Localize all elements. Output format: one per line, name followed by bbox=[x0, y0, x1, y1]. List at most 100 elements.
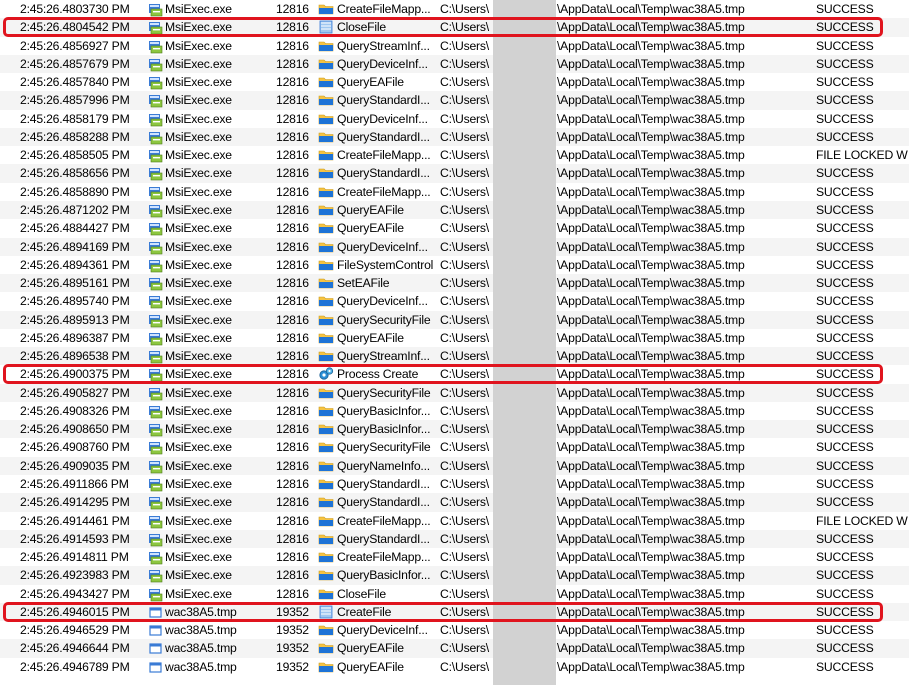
operation: QuerySecurityFile bbox=[337, 440, 431, 455]
event-row[interactable]: 2:45:26.4896387 PM MsiExec.exe 12816 QueryE… bbox=[0, 329, 909, 347]
event-row[interactable]: 2:45:26.4914811 PM MsiExec.exe 12816 Create… bbox=[0, 548, 909, 566]
path-prefix: C:\Users\ bbox=[440, 111, 489, 126]
event-row[interactable]: 2:45:26.4884427 PM MsiExec.exe 12816 QueryE… bbox=[0, 219, 909, 237]
operation: QueryStandardI... bbox=[337, 477, 430, 492]
event-row[interactable]: 2:45:26.4894169 PM MsiExec.exe 12816 QueryD… bbox=[0, 237, 909, 256]
time-of-day: 2:45:26.4914811 PM bbox=[20, 550, 129, 565]
pid: 12816 bbox=[276, 586, 309, 601]
event-row[interactable]: 2:45:26.4914461 PM MsiExec.exe 12816 Create… bbox=[0, 512, 909, 530]
path-suffix: \AppData\Local\Temp\wac38A5.tmp bbox=[557, 550, 745, 565]
path-suffix: \AppData\Local\Temp\wac38A5.tmp bbox=[557, 513, 745, 528]
event-row[interactable]: 2:45:26.4914593 PM MsiExec.exe 12816 QueryS… bbox=[0, 529, 909, 549]
folder-icon bbox=[318, 494, 334, 510]
event-row[interactable]: 2:45:26.4858505 PM MsiExec.exe 12816 Create… bbox=[0, 146, 909, 164]
path-prefix: C:\Users\ bbox=[440, 422, 489, 437]
process-name: MsiExec.exe bbox=[165, 440, 232, 455]
pid: 19352 bbox=[276, 641, 309, 656]
msiexec-icon bbox=[148, 111, 164, 127]
time-of-day: 2:45:26.4909035 PM bbox=[20, 458, 130, 473]
event-row[interactable]: 2:45:26.4895740 PM MsiExec.exe 12816 QueryD… bbox=[0, 292, 909, 310]
path-prefix: C:\Users\ bbox=[440, 385, 489, 400]
event-row[interactable]: 2:45:26.4858656 PM MsiExec.exe 12816 QueryS… bbox=[0, 164, 909, 183]
event-row[interactable]: 2:45:26.4923983 PM MsiExec.exe 12816 QueryB… bbox=[0, 566, 909, 585]
event-row[interactable]: 2:45:26.4896538 PM MsiExec.exe 12816 QueryS… bbox=[0, 347, 909, 366]
msiexec-icon bbox=[148, 165, 164, 181]
event-row[interactable]: 2:45:26.4946789 PM wac38A5.tmp 19352 QueryE… bbox=[0, 658, 909, 676]
path-suffix: \AppData\Local\Temp\wac38A5.tmp bbox=[557, 202, 745, 217]
result: SUCCESS bbox=[816, 458, 874, 473]
event-row[interactable]: 2:45:26.4857679 PM MsiExec.exe 12816 QueryD… bbox=[0, 54, 909, 74]
event-row[interactable]: 2:45:26.4909035 PM MsiExec.exe 12816 QueryN… bbox=[0, 456, 909, 476]
event-row[interactable]: 2:45:26.4895913 PM MsiExec.exe 12816 QueryS… bbox=[0, 310, 909, 329]
time-of-day: 2:45:26.4908326 PM bbox=[20, 403, 130, 418]
path-suffix: \AppData\Local\Temp\wac38A5.tmp bbox=[557, 623, 745, 638]
process-name: MsiExec.exe bbox=[165, 2, 232, 16]
operation: QueryDeviceInf... bbox=[337, 111, 428, 126]
operation: QueryDeviceInf... bbox=[337, 56, 428, 71]
tmp-process-icon bbox=[148, 622, 164, 638]
event-row[interactable]: 2:45:26.4856927 PM MsiExec.exe 12816 QueryS… bbox=[0, 37, 909, 55]
folder-icon bbox=[318, 257, 334, 273]
event-row[interactable]: 2:45:26.4803730 PM MsiExec.exe 12816 Create… bbox=[0, 0, 909, 18]
time-of-day: 2:45:26.4858656 PM bbox=[20, 166, 130, 181]
pid: 12816 bbox=[276, 550, 309, 565]
folder-icon bbox=[318, 129, 334, 145]
operation: QuerySecurityFile bbox=[337, 385, 431, 400]
event-row[interactable]: 2:45:26.4858890 PM MsiExec.exe 12816 Create… bbox=[0, 183, 909, 201]
process-name: wac38A5.tmp bbox=[165, 641, 237, 656]
folder-icon bbox=[318, 147, 334, 163]
folder-icon bbox=[318, 531, 334, 547]
event-row[interactable]: 2:45:26.4911866 PM MsiExec.exe 12816 QueryS… bbox=[0, 475, 909, 493]
event-row[interactable]: 2:45:26.4858288 PM MsiExec.exe 12816 QueryS… bbox=[0, 127, 909, 147]
operation: QueryEAFile bbox=[337, 641, 404, 656]
msiexec-icon bbox=[148, 494, 164, 510]
pid: 12816 bbox=[276, 477, 309, 492]
time-of-day: 2:45:26.4908650 PM bbox=[20, 422, 130, 437]
process-name: MsiExec.exe bbox=[165, 93, 232, 108]
pid: 12816 bbox=[276, 422, 309, 437]
time-of-day: 2:45:26.4894361 PM bbox=[20, 257, 130, 272]
time-of-day: 2:45:26.4857840 PM bbox=[20, 75, 130, 90]
folder-icon bbox=[318, 74, 334, 90]
pid: 12816 bbox=[276, 184, 309, 199]
event-row[interactable]: 2:45:26.4858179 PM MsiExec.exe 12816 QueryD… bbox=[0, 110, 909, 128]
pid: 12816 bbox=[276, 2, 309, 16]
time-of-day: 2:45:26.4857679 PM bbox=[20, 56, 130, 71]
msiexec-icon bbox=[148, 92, 164, 108]
folder-icon bbox=[318, 549, 334, 565]
event-row[interactable]: 2:45:26.4908760 PM MsiExec.exe 12816 QueryS… bbox=[0, 438, 909, 456]
event-row[interactable]: 2:45:26.4908326 PM MsiExec.exe 12816 QueryB… bbox=[0, 402, 909, 420]
pid: 12816 bbox=[276, 202, 309, 217]
result: SUCCESS bbox=[816, 276, 874, 291]
operation: QueryStreamInf... bbox=[337, 349, 430, 364]
event-row[interactable]: 2:45:26.4946644 PM wac38A5.tmp 19352 QueryE… bbox=[0, 639, 909, 658]
event-row[interactable]: 2:45:26.4908650 PM MsiExec.exe 12816 QueryB… bbox=[0, 420, 909, 439]
path-suffix: \AppData\Local\Temp\wac38A5.tmp bbox=[557, 422, 745, 437]
msiexec-icon bbox=[148, 385, 164, 401]
path-prefix: C:\Users\ bbox=[440, 513, 489, 528]
result: SUCCESS bbox=[816, 312, 874, 327]
event-row[interactable]: 2:45:26.4905827 PM MsiExec.exe 12816 QueryS… bbox=[0, 383, 909, 402]
event-row[interactable]: 2:45:26.4895161 PM MsiExec.exe 12816 SetEAF… bbox=[0, 274, 909, 293]
path-prefix: C:\Users\ bbox=[440, 312, 489, 327]
path-suffix: \AppData\Local\Temp\wac38A5.tmp bbox=[557, 2, 745, 16]
event-row[interactable]: 2:45:26.4914295 PM MsiExec.exe 12816 QueryS… bbox=[0, 493, 909, 512]
event-row[interactable]: 2:45:26.4946529 PM wac38A5.tmp 19352 QueryD… bbox=[0, 621, 909, 639]
msiexec-icon bbox=[148, 330, 164, 346]
result: SUCCESS bbox=[816, 257, 874, 272]
result: SUCCESS bbox=[816, 294, 874, 309]
event-row[interactable]: 2:45:26.4857840 PM MsiExec.exe 12816 QueryE… bbox=[0, 73, 909, 91]
event-row[interactable]: 2:45:26.4871202 PM MsiExec.exe 12816 QueryE… bbox=[0, 200, 909, 220]
event-row[interactable]: 2:45:26.4894361 PM MsiExec.exe 12816 FileSy… bbox=[0, 256, 909, 274]
msiexec-icon bbox=[148, 293, 164, 309]
procmon-event-grid[interactable]: 2:45:26.4803730 PM MsiExec.exe 12816 Create… bbox=[0, 0, 909, 685]
result: SUCCESS bbox=[816, 641, 874, 656]
path-suffix: \AppData\Local\Temp\wac38A5.tmp bbox=[557, 93, 745, 108]
result: FILE LOCKED W bbox=[816, 513, 908, 528]
folder-icon bbox=[318, 202, 334, 218]
event-row[interactable]: 2:45:26.4857996 PM MsiExec.exe 12816 QueryS… bbox=[0, 91, 909, 110]
path-suffix: \AppData\Local\Temp\wac38A5.tmp bbox=[557, 166, 745, 181]
folder-icon bbox=[318, 513, 334, 529]
operation: QueryEAFile bbox=[337, 330, 404, 345]
event-row[interactable]: 2:45:26.4943427 PM MsiExec.exe 12816 CloseF… bbox=[0, 585, 909, 603]
